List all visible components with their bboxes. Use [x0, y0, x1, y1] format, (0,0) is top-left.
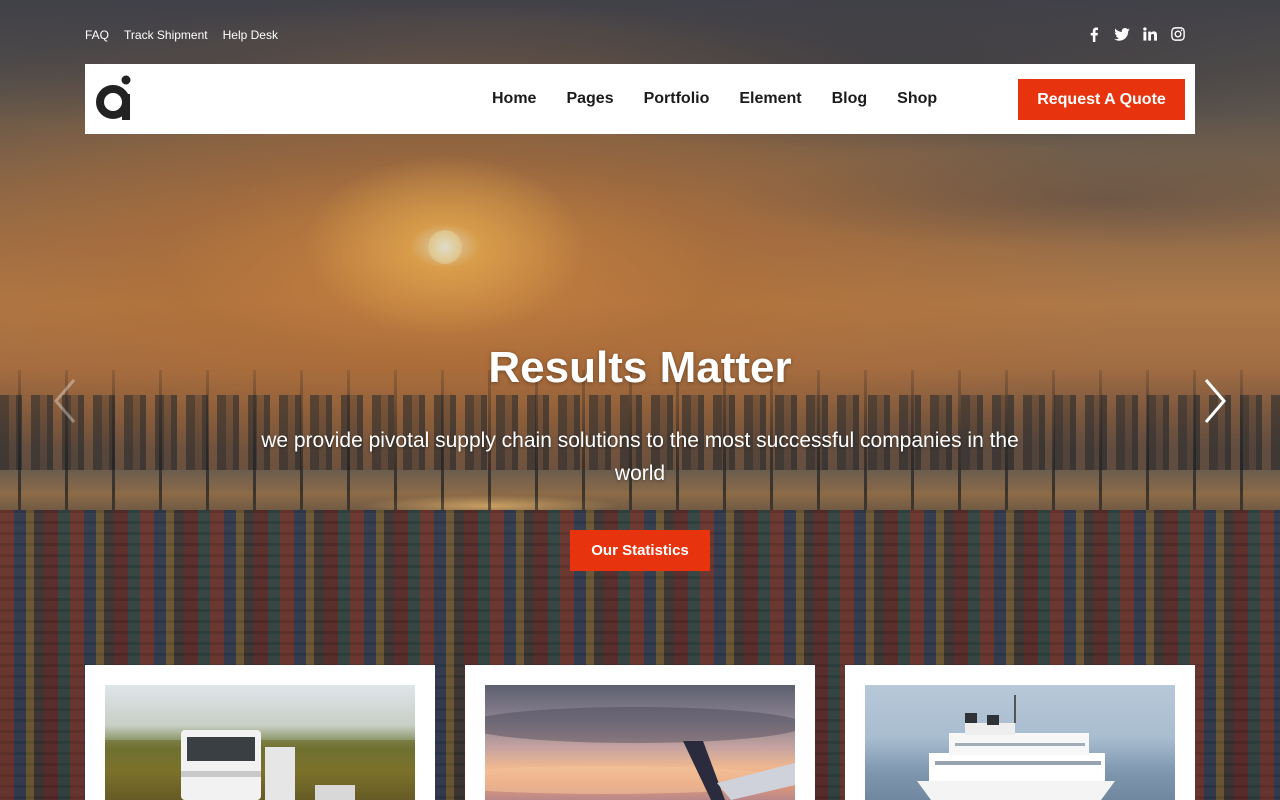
our-statistics-button[interactable]: Our Statistics — [570, 530, 710, 571]
truck-image — [105, 685, 415, 800]
service-card[interactable] — [465, 665, 815, 800]
airplane-image — [485, 685, 795, 800]
logo-icon[interactable] — [95, 74, 135, 122]
main-navbar: Home Pages Portfolio Element Blog Shop R… — [85, 64, 1195, 134]
top-bar: FAQ Track Shipment Help Desk — [85, 26, 1195, 44]
twitter-icon[interactable] — [1114, 26, 1130, 42]
help-desk-link[interactable]: Help Desk — [223, 26, 278, 44]
linkedin-icon[interactable] — [1142, 26, 1158, 42]
service-card[interactable] — [845, 665, 1195, 800]
main-menu: Home Pages Portfolio Element Blog Shop — [492, 64, 937, 134]
facebook-icon[interactable] — [1086, 26, 1102, 42]
top-links: FAQ Track Shipment Help Desk — [85, 26, 278, 44]
cruise-ship-image — [865, 685, 1175, 800]
service-card[interactable] — [85, 665, 435, 800]
nav-shop[interactable]: Shop — [897, 64, 937, 134]
social-links — [1086, 26, 1186, 42]
track-shipment-link[interactable]: Track Shipment — [124, 26, 208, 44]
instagram-icon[interactable] — [1170, 26, 1186, 42]
hero-title: Results Matter — [488, 343, 792, 392]
hero-subtitle: we provide pivotal supply chain solution… — [261, 429, 1019, 485]
nav-blog[interactable]: Blog — [832, 64, 868, 134]
nav-portfolio[interactable]: Portfolio — [644, 64, 710, 134]
nav-pages[interactable]: Pages — [566, 64, 613, 134]
faq-link[interactable]: FAQ — [85, 26, 109, 44]
nav-element[interactable]: Element — [739, 64, 801, 134]
request-quote-button[interactable]: Request A Quote — [1018, 79, 1185, 120]
nav-home[interactable]: Home — [492, 64, 536, 134]
